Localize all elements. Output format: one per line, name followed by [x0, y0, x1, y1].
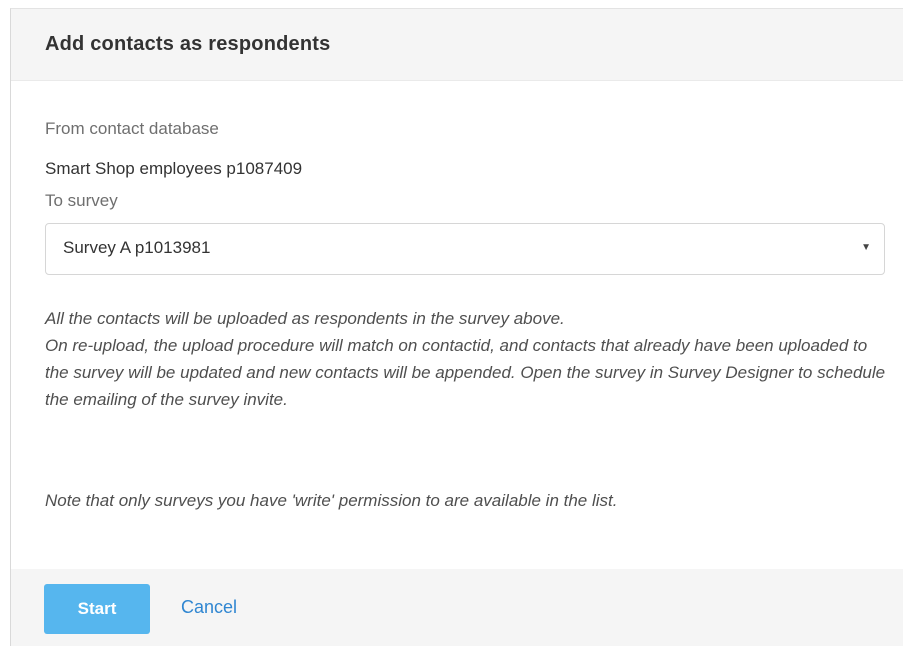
add-contacts-dialog: Add contacts as respondents From contact… [10, 8, 903, 646]
dialog-title: Add contacts as respondents [45, 33, 331, 55]
target-survey-label: To survey [45, 191, 118, 210]
dialog-header: Add contacts as respondents [11, 9, 903, 81]
source-label: From contact database [45, 119, 219, 138]
dialog-footer: Start Cancel [11, 569, 903, 646]
start-button[interactable]: Start [44, 584, 150, 634]
caret-down-icon: ▼ [861, 242, 871, 253]
survey-select[interactable]: Survey A p1013981 ▼ [45, 223, 885, 275]
help-line-2: On re-upload, the upload procedure will … [45, 336, 886, 409]
survey-select-value: Survey A p1013981 [63, 238, 211, 257]
permission-note: Note that only surveys you have 'write' … [45, 491, 618, 510]
help-line-1: All the contacts will be uploaded as res… [45, 309, 565, 328]
cancel-link[interactable]: Cancel [181, 597, 237, 618]
upload-help-text: All the contacts will be uploaded as res… [45, 305, 895, 413]
source-database-value: Smart Shop employees p1087409 [45, 159, 303, 178]
